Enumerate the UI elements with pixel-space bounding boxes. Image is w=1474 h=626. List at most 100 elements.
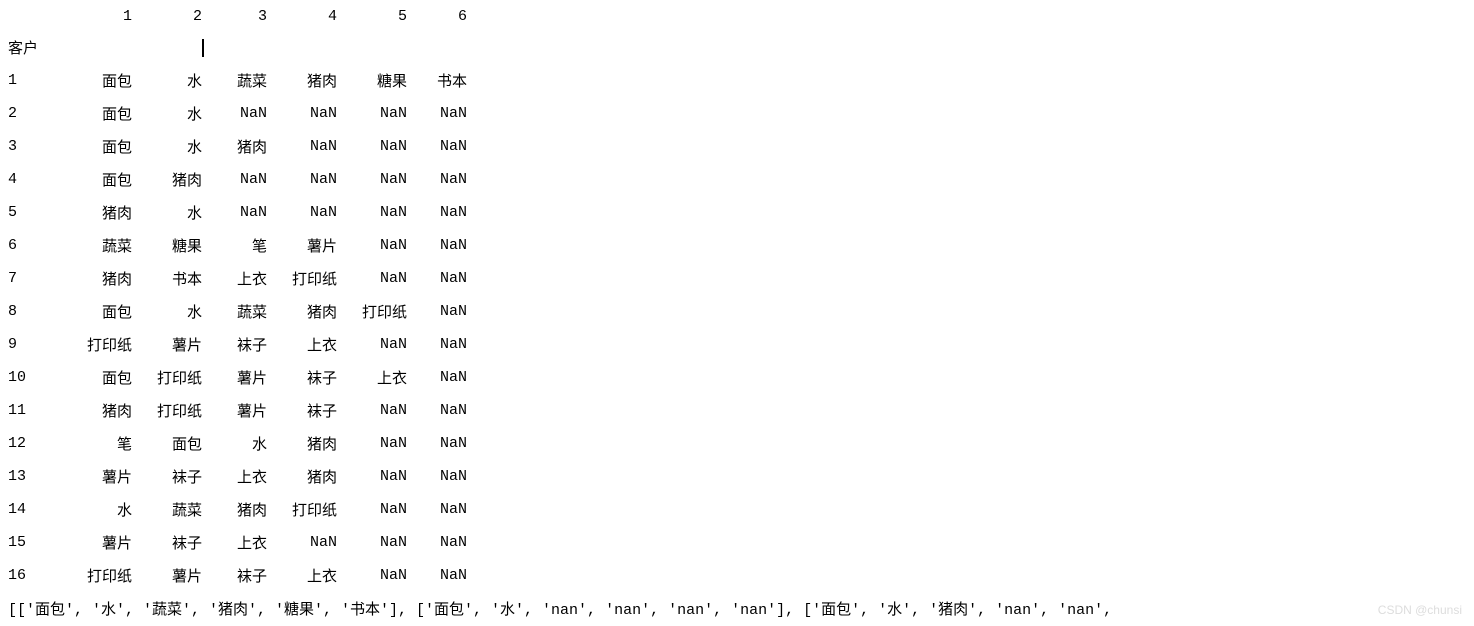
- cell: NaN: [337, 196, 407, 229]
- cell: 上衣: [202, 526, 267, 559]
- cell: NaN: [407, 559, 467, 592]
- row-index: 2: [0, 97, 62, 130]
- table-row: 11猪肉打印纸薯片袜子NaNNaN: [0, 394, 467, 427]
- cell: NaN: [267, 163, 337, 196]
- cell: NaN: [202, 97, 267, 130]
- cell: 水: [202, 427, 267, 460]
- cell: 打印纸: [132, 394, 202, 427]
- text-cursor: [202, 39, 204, 57]
- cell: NaN: [407, 196, 467, 229]
- cell: 面包: [132, 427, 202, 460]
- cell: NaN: [407, 493, 467, 526]
- cell: 糖果: [132, 229, 202, 262]
- row-index: 10: [0, 361, 62, 394]
- cell: 打印纸: [132, 361, 202, 394]
- cell: 袜子: [132, 526, 202, 559]
- cell: NaN: [337, 328, 407, 361]
- cell: 书本: [407, 64, 467, 97]
- row-index: 16: [0, 559, 62, 592]
- cell: 上衣: [337, 361, 407, 394]
- cell: 上衣: [267, 559, 337, 592]
- cell: 上衣: [202, 460, 267, 493]
- cell: 薯片: [267, 229, 337, 262]
- cell: 书本: [132, 262, 202, 295]
- cell: NaN: [407, 460, 467, 493]
- cell: 水: [62, 493, 132, 526]
- cell: 水: [132, 295, 202, 328]
- row-index: 13: [0, 460, 62, 493]
- cell: 猪肉: [132, 163, 202, 196]
- table-row: 16打印纸薯片袜子上衣NaNNaN: [0, 559, 467, 592]
- cell: NaN: [267, 97, 337, 130]
- cell: NaN: [337, 460, 407, 493]
- cell: 水: [132, 130, 202, 163]
- row-index: 12: [0, 427, 62, 460]
- col-header-2: 2: [132, 2, 202, 31]
- cell: NaN: [337, 262, 407, 295]
- cell: 猪肉: [62, 394, 132, 427]
- index-name: 客户: [0, 31, 62, 64]
- cell: 面包: [62, 295, 132, 328]
- cell: NaN: [267, 526, 337, 559]
- col-header-3: 3: [202, 2, 267, 31]
- cell: 薯片: [202, 394, 267, 427]
- cell: NaN: [202, 196, 267, 229]
- table-row: 14水蔬菜猪肉打印纸NaNNaN: [0, 493, 467, 526]
- dataframe-table: 1 2 3 4 5 6 客户 1面包水蔬菜猪肉糖果书本2面包水NaNNaNNaN…: [0, 2, 467, 592]
- cell: 打印纸: [337, 295, 407, 328]
- cell: 打印纸: [62, 328, 132, 361]
- cell: NaN: [337, 229, 407, 262]
- cell: 袜子: [202, 559, 267, 592]
- cell: 薯片: [202, 361, 267, 394]
- row-index: 15: [0, 526, 62, 559]
- watermark: CSDN @chunsi: [1378, 603, 1462, 617]
- cell: 水: [132, 196, 202, 229]
- table-row: 4面包猪肉NaNNaNNaNNaN: [0, 163, 467, 196]
- cell: 上衣: [202, 262, 267, 295]
- row-index: 3: [0, 130, 62, 163]
- cell: 蔬菜: [202, 295, 267, 328]
- table-row: 5猪肉水NaNNaNNaNNaN: [0, 196, 467, 229]
- table-row: 8面包水蔬菜猪肉打印纸NaN: [0, 295, 467, 328]
- cell: 糖果: [337, 64, 407, 97]
- cell: 猪肉: [267, 295, 337, 328]
- cell: 面包: [62, 97, 132, 130]
- row-index: 7: [0, 262, 62, 295]
- row-index: 6: [0, 229, 62, 262]
- table-row: 6蔬菜糖果笔薯片NaNNaN: [0, 229, 467, 262]
- cell: NaN: [407, 427, 467, 460]
- cell: NaN: [407, 328, 467, 361]
- row-index: 4: [0, 163, 62, 196]
- cell: NaN: [407, 97, 467, 130]
- cell: 蔬菜: [202, 64, 267, 97]
- cell: 面包: [62, 163, 132, 196]
- cell: NaN: [337, 559, 407, 592]
- table-row: 10面包打印纸薯片袜子上衣NaN: [0, 361, 467, 394]
- cell: 面包: [62, 64, 132, 97]
- row-index: 14: [0, 493, 62, 526]
- cell: NaN: [337, 427, 407, 460]
- cell: 薯片: [132, 328, 202, 361]
- row-index: 8: [0, 295, 62, 328]
- cell: NaN: [267, 130, 337, 163]
- cell: 水: [132, 64, 202, 97]
- cell: 笔: [202, 229, 267, 262]
- table-row: 15薯片袜子上衣NaNNaNNaN: [0, 526, 467, 559]
- cell: 面包: [62, 130, 132, 163]
- row-index: 1: [0, 64, 62, 97]
- cell: NaN: [407, 130, 467, 163]
- cell: 猪肉: [267, 427, 337, 460]
- cell: 猪肉: [202, 493, 267, 526]
- list-output: [['面包', '水', '蔬菜', '猪肉', '糖果', '书本'], ['…: [0, 592, 1474, 625]
- cell: NaN: [337, 97, 407, 130]
- cell: 打印纸: [267, 493, 337, 526]
- cell: 笔: [62, 427, 132, 460]
- cell: 上衣: [267, 328, 337, 361]
- cell: 水: [132, 97, 202, 130]
- col-header-1: 1: [62, 2, 132, 31]
- cell: 薯片: [132, 559, 202, 592]
- cell: NaN: [337, 130, 407, 163]
- cell: NaN: [407, 295, 467, 328]
- cell: 袜子: [132, 460, 202, 493]
- cell: NaN: [337, 394, 407, 427]
